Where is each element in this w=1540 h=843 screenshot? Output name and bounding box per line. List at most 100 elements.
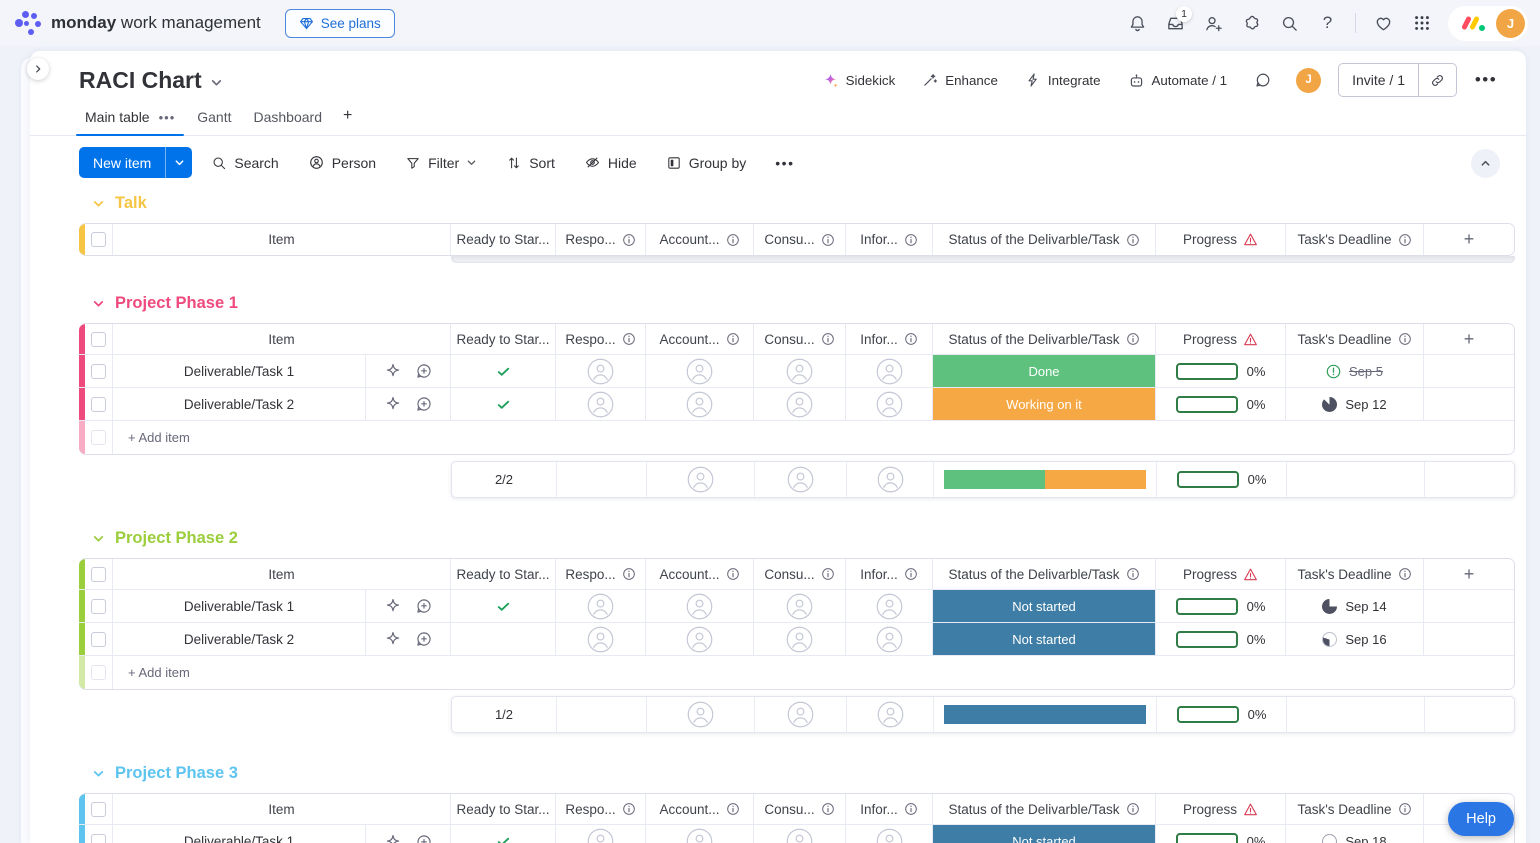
info-icon[interactable] bbox=[726, 567, 740, 581]
person-avatar-placeholder[interactable] bbox=[786, 358, 813, 385]
column-header-responsible[interactable]: Respo... bbox=[556, 324, 646, 354]
tab-gantt[interactable]: Gantt bbox=[186, 101, 242, 135]
deadline-cell[interactable]: Sep 5 bbox=[1286, 355, 1424, 387]
toolbar-more-menu[interactable]: ••• bbox=[765, 149, 804, 177]
person-avatar-placeholder[interactable] bbox=[686, 828, 713, 843]
tab-main-table[interactable]: Main table ••• bbox=[74, 101, 186, 135]
board-title[interactable]: RACI Chart bbox=[79, 67, 223, 94]
status-badge[interactable]: Not started bbox=[933, 590, 1155, 622]
board-member-avatar[interactable]: J bbox=[1296, 68, 1321, 93]
row-checkbox[interactable] bbox=[85, 355, 113, 387]
warning-icon[interactable] bbox=[1243, 802, 1258, 817]
person-avatar-placeholder[interactable] bbox=[587, 358, 614, 385]
progress-cell[interactable]: 0% bbox=[1156, 355, 1286, 387]
group-title[interactable]: Talk bbox=[79, 193, 1502, 213]
person-cell-consulted[interactable] bbox=[754, 590, 846, 622]
column-header-accountable[interactable]: Account... bbox=[646, 559, 754, 589]
add-item-row[interactable]: + Add item bbox=[79, 421, 1514, 454]
column-header-item[interactable]: Item bbox=[113, 559, 451, 589]
info-icon[interactable] bbox=[726, 802, 740, 816]
copy-link-icon[interactable] bbox=[1418, 64, 1456, 96]
item-name-cell[interactable]: Deliverable/Task 1 bbox=[113, 355, 451, 387]
person-cell-consulted[interactable] bbox=[754, 388, 846, 420]
person-cell-informed[interactable] bbox=[846, 623, 933, 655]
deadline-cell[interactable]: Sep 12 bbox=[1286, 388, 1424, 420]
enhance-wand-button[interactable]: Enhance bbox=[915, 66, 1005, 94]
chevron-down-icon[interactable] bbox=[92, 197, 105, 210]
select-all-checkbox[interactable] bbox=[85, 224, 113, 255]
sidekick-button[interactable]: Sidekick bbox=[815, 66, 903, 95]
item-name-cell[interactable]: Deliverable/Task 1 bbox=[113, 590, 451, 622]
person-cell-responsible[interactable] bbox=[556, 388, 646, 420]
row-checkbox[interactable] bbox=[85, 825, 113, 843]
info-icon[interactable] bbox=[1126, 233, 1140, 247]
new-item-button[interactable]: New item bbox=[79, 147, 165, 178]
status-badge[interactable]: Not started bbox=[933, 623, 1155, 655]
add-update-chat-icon[interactable] bbox=[415, 597, 433, 615]
column-header-responsible[interactable]: Respo... bbox=[556, 794, 646, 824]
chevron-down-icon[interactable] bbox=[92, 767, 105, 780]
info-icon[interactable] bbox=[1126, 802, 1140, 816]
add-update-chat-icon[interactable] bbox=[415, 833, 433, 843]
item-name-cell[interactable]: Deliverable/Task 2 bbox=[113, 388, 451, 420]
progress-cell[interactable]: 0% bbox=[1156, 825, 1286, 843]
info-icon[interactable] bbox=[904, 802, 918, 816]
column-header-ready[interactable]: Ready to Star... bbox=[451, 324, 556, 354]
person-avatar-placeholder[interactable] bbox=[686, 593, 713, 620]
column-header-item[interactable]: Item bbox=[113, 794, 451, 824]
add-item-row[interactable]: + Add item bbox=[79, 656, 1514, 689]
chevron-down-icon[interactable] bbox=[92, 297, 105, 310]
person-avatar-placeholder[interactable] bbox=[876, 593, 903, 620]
group-title[interactable]: Project Phase 3 bbox=[79, 763, 1502, 783]
person-avatar-placeholder[interactable] bbox=[787, 466, 814, 493]
tab-options-icon[interactable]: ••• bbox=[159, 110, 176, 125]
collapse-header-icon[interactable] bbox=[1471, 149, 1500, 178]
board-options-menu[interactable]: ••• bbox=[1470, 63, 1502, 97]
see-plans-button[interactable]: See plans bbox=[285, 9, 395, 38]
select-all-checkbox[interactable] bbox=[85, 324, 113, 354]
chevron-down-icon[interactable] bbox=[210, 76, 223, 89]
search-icon[interactable] bbox=[1272, 6, 1307, 41]
column-header-deadline[interactable]: Task's Deadline bbox=[1286, 559, 1424, 589]
person-avatar-placeholder[interactable] bbox=[587, 391, 614, 418]
person-cell-accountable[interactable] bbox=[646, 355, 754, 387]
column-header-progress[interactable]: Progress bbox=[1156, 794, 1286, 824]
integrate-button[interactable]: Integrate bbox=[1018, 66, 1108, 94]
progress-cell[interactable]: 0% bbox=[1156, 623, 1286, 655]
person-avatar-placeholder[interactable] bbox=[786, 828, 813, 843]
info-icon[interactable] bbox=[904, 233, 918, 247]
info-icon[interactable] bbox=[904, 567, 918, 581]
deadline-cell[interactable]: Sep 18 bbox=[1286, 825, 1424, 843]
column-header-item[interactable]: Item bbox=[113, 224, 451, 255]
column-header-consulted[interactable]: Consu... bbox=[754, 559, 846, 589]
expand-sidebar-button[interactable] bbox=[27, 58, 49, 80]
column-header-item[interactable]: Item bbox=[113, 324, 451, 354]
ready-status-cell[interactable] bbox=[451, 590, 556, 622]
column-header-progress[interactable]: Progress bbox=[1156, 224, 1286, 255]
help-question-icon[interactable]: ? bbox=[1310, 6, 1345, 41]
monday-logo[interactable] bbox=[14, 9, 42, 37]
warning-icon[interactable] bbox=[1243, 232, 1258, 247]
column-header-status[interactable]: Status of the Delivarble/Task bbox=[933, 324, 1156, 354]
column-header-add[interactable]: + bbox=[1424, 324, 1514, 354]
ai-sparkle-icon[interactable] bbox=[384, 395, 402, 413]
ready-status-cell[interactable] bbox=[451, 623, 556, 655]
column-header-informed[interactable]: Infor... bbox=[846, 324, 933, 354]
info-icon[interactable] bbox=[1126, 332, 1140, 346]
help-button[interactable]: Help bbox=[1448, 802, 1514, 836]
filter-button[interactable]: Filter bbox=[395, 149, 487, 177]
person-avatar-placeholder[interactable] bbox=[786, 626, 813, 653]
column-header-add[interactable]: + bbox=[1424, 224, 1514, 255]
add-update-chat-icon[interactable] bbox=[415, 395, 433, 413]
column-header-status[interactable]: Status of the Delivarble/Task bbox=[933, 794, 1156, 824]
person-avatar-placeholder[interactable] bbox=[876, 391, 903, 418]
column-header-informed[interactable]: Infor... bbox=[846, 224, 933, 255]
vibe-heart-icon[interactable] bbox=[1366, 6, 1401, 41]
person-filter-button[interactable]: Person bbox=[298, 148, 386, 177]
person-avatar-placeholder[interactable] bbox=[787, 701, 814, 728]
info-icon[interactable] bbox=[821, 567, 835, 581]
row-checkbox[interactable] bbox=[85, 590, 113, 622]
column-header-progress[interactable]: Progress bbox=[1156, 559, 1286, 589]
ai-sparkle-icon[interactable] bbox=[384, 630, 402, 648]
person-cell-accountable[interactable] bbox=[646, 623, 754, 655]
